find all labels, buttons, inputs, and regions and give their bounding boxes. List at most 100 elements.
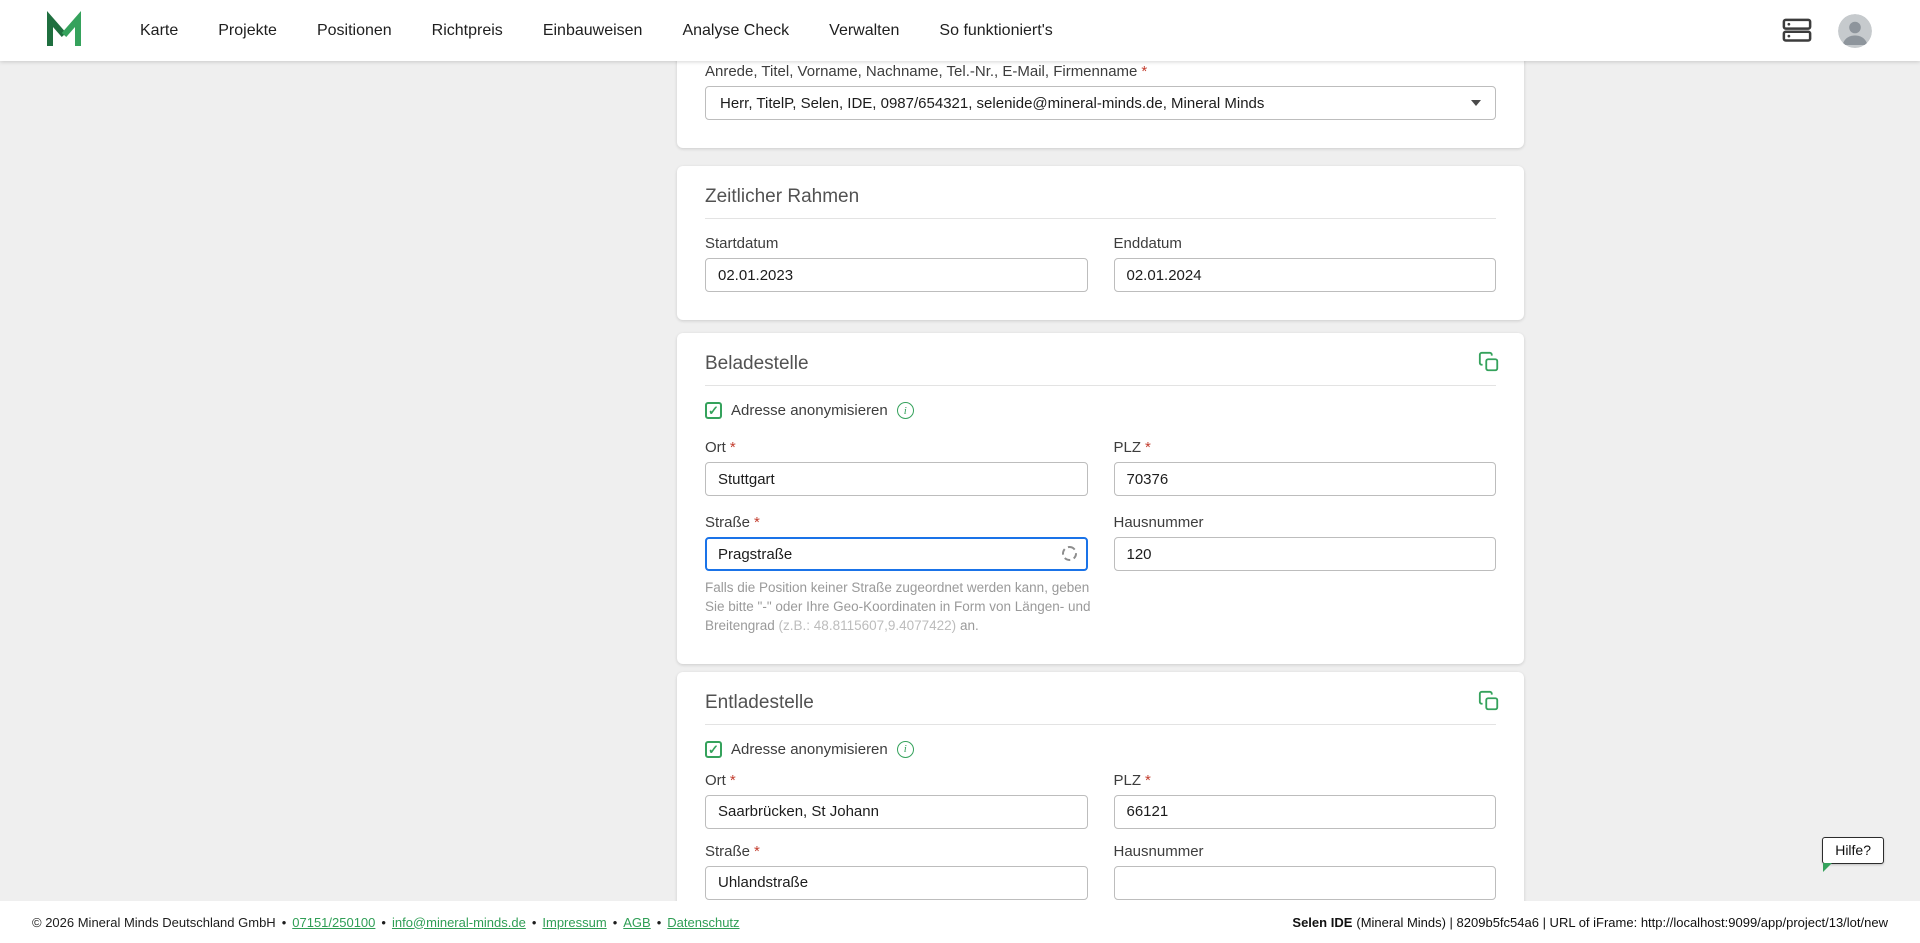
ent-strasse-field: Straße * [705,843,1088,900]
copy-icon [1478,351,1499,372]
field-label-text: Ort [705,771,726,789]
header-actions [1782,13,1872,48]
ent-ort-label: Ort * [705,772,1088,789]
required-asterisk: * [729,771,736,789]
ent-anonymize-checkbox[interactable] [705,740,722,758]
field-label-text: PLZ [1113,439,1142,456]
nav-item-projekte[interactable]: Projekte [218,22,277,40]
required-asterisk: * [1145,439,1151,456]
app-info-rest: (Mineral Minds) | 8209b5fc54a6 | URL of … [1356,914,1888,930]
bel-ort-input[interactable] [705,462,1088,496]
separator-dot: • [531,914,537,930]
bel-plz-field: PLZ * [1113,439,1497,496]
contact-select-value: Herr, TitelP, Selen, IDE, 0987/654321, s… [720,94,1265,112]
ent-plz-field: PLZ * [1113,772,1497,829]
contact-select[interactable]: Herr, TitelP, Selen, IDE, 0987/654321, s… [705,86,1496,120]
logo-icon [47,10,81,46]
info-icon[interactable] [896,740,914,758]
ent-anonymize-label[interactable]: Adresse anonymisieren [731,741,888,758]
beladestelle-card: Beladestelle Adresse anonymisieren Ort* … [677,333,1524,664]
footer-link-datenschutz[interactable]: Datenschutz [667,915,739,930]
spinner-icon [1061,546,1077,561]
bel-anonymize-label[interactable]: Adresse anonymisieren [731,402,888,419]
field-label-text: Anrede, Titel, Vorname, Nachname, Tel.-N… [705,63,1138,80]
ent-plz-input[interactable] [1113,794,1496,829]
ent-row-ort-plz: Ort* PLZ* [705,772,1496,829]
nav-item-analyse-check[interactable]: Analyse Check [682,22,789,40]
entladestelle-title: Entladestelle [705,691,814,713]
nav-item-karte[interactable]: Karte [140,22,178,40]
mineral-minds-logo[interactable] [44,10,84,52]
form-column: Anrede, Titel, Vorname, Nachname, Tel.-N… [677,61,1524,901]
footer-app-info: Selen IDE (Mineral Minds) | 8209b5fc54a6 … [1292,915,1888,930]
bel-copy-station-button[interactable] [1478,351,1500,373]
timeframe-card: Zeitlicher Rahmen Startdatum Enddatum [677,166,1524,320]
helper-end-text: an. [956,617,979,633]
field-label-text: Ort [705,439,726,456]
server-button[interactable] [1782,18,1812,43]
startdatum-field: Startdatum [705,235,1088,292]
contact-field-label: Anrede, Titel, Vorname, Nachname, Tel.-N… [705,63,1496,80]
entladestelle-card: Entladestelle Adresse anonymisieren Ort*… [677,671,1524,901]
copy-icon [1478,690,1499,710]
startdatum-input[interactable] [705,258,1088,292]
field-label-text: PLZ [1113,771,1142,789]
field-label-text: Straße [705,514,751,531]
nav-item-verwalten[interactable]: Verwalten [829,22,899,40]
ent-copy-station-button[interactable] [1478,690,1500,712]
required-asterisk: * [1145,771,1151,789]
ent-ort-input[interactable] [705,794,1088,829]
ent-row-strasse-nr: Straße* Hausnummer [705,843,1496,900]
startdatum-label: Startdatum [705,235,1088,252]
nav-item-richtpreis[interactable]: Richtpreis [432,22,503,40]
bel-row-ort-plz: Ort* PLZ* [705,439,1496,496]
separator-dot: • [281,914,287,930]
footer-link-phone[interactable]: 07151/250100 [292,915,375,930]
separator-dot: • [612,914,618,930]
ent-hausnummer-label: Hausnummer [1114,843,1497,860]
helper-example-text: (z.B.: 48.8115607,9.4077422) [778,617,957,633]
ent-strasse-input[interactable] [705,865,1088,900]
bel-strasse-input[interactable] [705,537,1088,571]
beladestelle-title: Beladestelle [705,353,809,374]
street-helper-text: Falls die Position keiner Straße zugeord… [705,579,1105,636]
footer-link-impressum[interactable]: Impressum [542,915,606,930]
app-info-bold: Selen IDE [1292,914,1353,930]
bel-row-strasse-nr: Straße* Hausnummer [705,514,1496,571]
field-label-text: Startdatum [705,235,779,252]
ent-ort-field: Ort * [705,772,1088,829]
copyright-text: © 2026 Mineral Minds Deutschland GmbH [32,914,276,930]
required-asterisk: * [754,842,760,860]
nav-item-positionen[interactable]: Positionen [317,22,392,40]
bel-hausnummer-input[interactable] [1113,537,1496,571]
divider [705,723,1496,725]
divider [705,218,1496,219]
footer-link-email[interactable]: info@mineral-minds.de [392,915,526,930]
bel-strasse-label: Straße * [705,514,1088,531]
field-label-text: Straße [705,842,751,860]
ent-anonymize-row: Adresse anonymisieren [705,740,1496,758]
bel-strasse-field: Straße * [705,514,1088,571]
enddatum-label: Enddatum [1114,235,1497,252]
separator-dot: • [656,914,662,930]
nav-item-einbauweisen[interactable]: Einbauweisen [543,22,643,40]
contact-card: Anrede, Titel, Vorname, Nachname, Tel.-N… [677,61,1524,148]
ent-hausnummer-input[interactable] [1113,865,1496,900]
bel-plz-input[interactable] [1113,462,1496,496]
bel-plz-label: PLZ * [1114,439,1497,456]
bel-anonymize-checkbox[interactable] [705,402,722,419]
ent-plz-label: PLZ * [1114,772,1497,789]
nav-item-so-funktionierts[interactable]: So funktioniert's [939,22,1052,40]
user-avatar[interactable] [1838,13,1872,48]
server-icon [1782,18,1812,42]
bel-ort-field: Ort * [705,439,1088,496]
bel-ort-label: Ort * [705,439,1088,456]
info-icon[interactable] [896,402,914,419]
timeframe-title: Zeitlicher Rahmen [705,186,860,207]
ent-strasse-label: Straße * [705,843,1088,860]
footer-link-agb[interactable]: AGB [623,915,650,930]
help-button[interactable]: Hilfe? [1822,837,1884,872]
enddatum-field: Enddatum [1113,235,1497,292]
enddatum-input[interactable] [1113,258,1496,292]
required-asterisk: * [1141,63,1148,80]
